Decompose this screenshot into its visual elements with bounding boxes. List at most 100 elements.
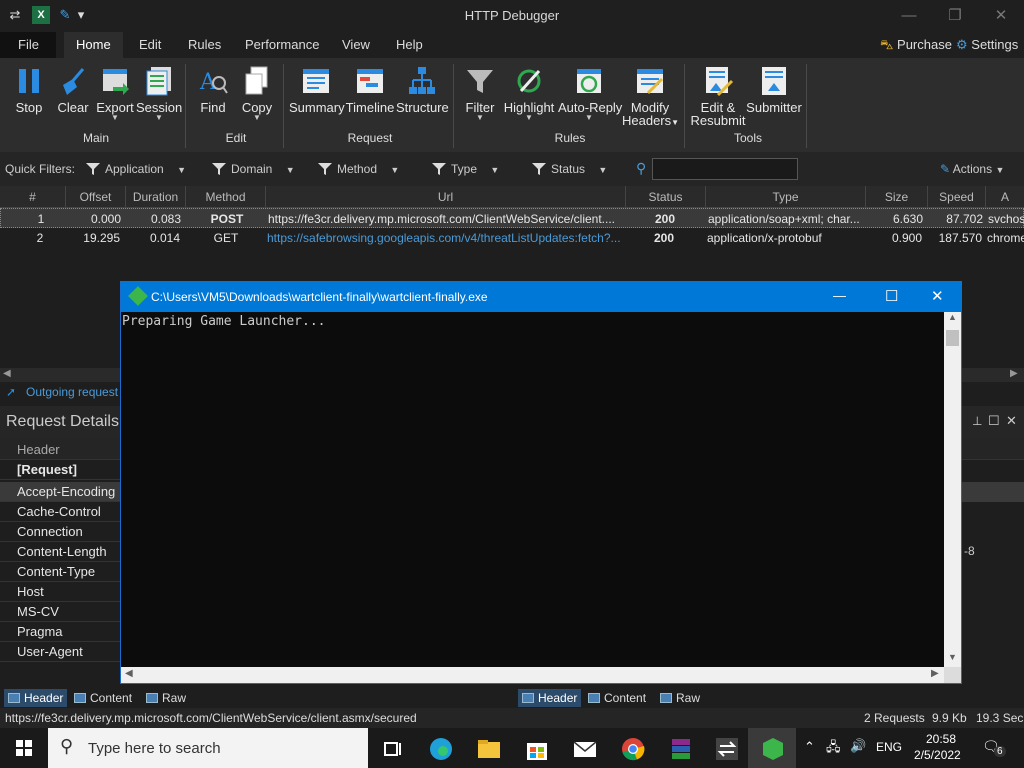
console-window[interactable]: C:\Users\VM5\Downloads\wartclient-finall… xyxy=(120,281,962,684)
console-app-taskbar-icon[interactable] xyxy=(760,736,786,762)
list-item[interactable]: Host xyxy=(0,582,120,602)
tab-content-right[interactable]: Content xyxy=(588,689,646,707)
tab-raw-right[interactable]: Raw xyxy=(660,689,700,707)
filter-status[interactable]: Status ▼ xyxy=(532,162,607,176)
highlight-button[interactable]: Highlight ▼ xyxy=(502,62,556,132)
column-status[interactable]: Status xyxy=(626,186,706,208)
column-application[interactable]: A xyxy=(986,186,1024,208)
tab-home[interactable]: Home xyxy=(64,32,123,58)
row-url[interactable]: https://safebrowsing.googleapis.com/v4/t… xyxy=(267,228,625,248)
column-size[interactable]: Size xyxy=(866,186,928,208)
edge-icon[interactable] xyxy=(428,736,454,762)
language-indicator[interactable]: ENG xyxy=(876,740,902,754)
list-item[interactable]: Pragma xyxy=(0,622,120,642)
filter-application[interactable]: Application ▼ xyxy=(86,162,186,176)
tab-edit[interactable]: Edit xyxy=(127,32,173,58)
maximize-button[interactable]: ☐ xyxy=(885,287,898,305)
column-type[interactable]: Type xyxy=(706,186,866,208)
tab-help[interactable]: Help xyxy=(384,32,435,58)
list-item[interactable]: Accept-Encoding xyxy=(0,482,120,502)
float-icon[interactable]: ☐ xyxy=(988,413,1000,429)
column-duration[interactable]: Duration xyxy=(126,186,186,208)
table-row[interactable]: 1 0.000 0.083 POST https://fe3cr.deliver… xyxy=(0,208,1024,228)
tab-rules[interactable]: Rules xyxy=(176,32,233,58)
network-icon[interactable]: 🖧 xyxy=(826,738,841,760)
tab-raw-left[interactable]: Raw xyxy=(146,689,186,707)
close-icon[interactable]: ✕ xyxy=(1006,413,1017,429)
store-icon[interactable] xyxy=(524,736,550,762)
console-vertical-scrollbar[interactable]: ▲ ▼ xyxy=(944,312,961,667)
export-button[interactable]: Export ▼ xyxy=(94,62,136,132)
submitter-button[interactable]: Submitter xyxy=(746,62,802,132)
summary-button[interactable]: Summary xyxy=(289,62,345,132)
clock-date[interactable]: 2/5/2022 xyxy=(914,748,961,762)
scroll-thumb[interactable] xyxy=(946,330,959,346)
tab-header-left[interactable]: Header xyxy=(4,689,68,707)
volume-icon[interactable]: 🔊 xyxy=(850,738,866,754)
filter-type[interactable]: Type ▼ xyxy=(432,162,499,176)
chevron-up-icon[interactable]: ⌃ xyxy=(804,739,815,755)
winrar-icon[interactable] xyxy=(668,736,694,762)
chrome-icon[interactable] xyxy=(620,736,646,762)
tab-content-left[interactable]: Content xyxy=(74,689,132,707)
minimize-button[interactable]: — xyxy=(886,4,932,28)
menu-file[interactable]: File xyxy=(0,32,56,58)
outgoing-request-label: Outgoing request xyxy=(26,385,119,399)
stop-button[interactable]: Stop xyxy=(8,62,50,132)
modify-headers-button[interactable]: Modify Headers▼ xyxy=(622,62,679,132)
console-title-bar[interactable]: C:\Users\VM5\Downloads\wartclient-finall… xyxy=(121,282,961,312)
clear-button[interactable]: Clear xyxy=(52,62,94,132)
purchase-button[interactable]: ⛍ Purchase xyxy=(880,32,952,58)
column-offset[interactable]: Offset xyxy=(66,186,126,208)
session-button[interactable]: Session ▼ xyxy=(136,62,182,132)
clock-time[interactable]: 20:58 xyxy=(926,732,956,746)
http-debugger-taskbar-icon[interactable] xyxy=(714,736,740,762)
list-item[interactable]: Content-Type xyxy=(0,562,120,582)
list-item[interactable]: Content-Length xyxy=(0,542,120,562)
scroll-left-icon[interactable]: ◀ xyxy=(3,368,11,379)
task-view-icon[interactable] xyxy=(380,736,406,762)
list-item[interactable]: User-Agent xyxy=(0,642,120,662)
column-number[interactable]: # xyxy=(0,186,66,208)
tab-header-right[interactable]: Header xyxy=(518,689,582,707)
list-item[interactable]: [Request] xyxy=(0,460,120,480)
mail-icon[interactable] xyxy=(572,736,598,762)
structure-button[interactable]: Structure xyxy=(396,62,449,132)
list-item[interactable]: Connection xyxy=(0,522,120,542)
scroll-down-icon[interactable]: ▼ xyxy=(948,652,957,662)
auto-reply-button[interactable]: Auto-Reply ▼ xyxy=(558,62,622,132)
file-explorer-icon[interactable] xyxy=(476,736,502,762)
search-input[interactable] xyxy=(652,158,798,180)
maximize-button[interactable]: ❐ xyxy=(932,4,978,28)
filter-method[interactable]: Method ▼ xyxy=(318,162,399,176)
column-url[interactable]: Url xyxy=(266,186,626,208)
outgoing-request-tab[interactable]: ➚ Outgoing request xyxy=(0,382,120,402)
list-item[interactable]: Cache-Control xyxy=(0,502,120,522)
scroll-up-icon[interactable]: ▲ xyxy=(948,312,957,322)
filter-button[interactable]: Filter ▼ xyxy=(460,62,500,132)
scroll-right-icon[interactable]: ▶ xyxy=(1010,368,1018,379)
copy-button[interactable]: Copy ▼ xyxy=(236,62,278,132)
console-horizontal-scrollbar[interactable]: ◀ ▶ xyxy=(121,667,944,683)
settings-button[interactable]: ⚙ Settings xyxy=(956,32,1018,58)
notification-count-badge: 6 xyxy=(994,746,1006,757)
find-button[interactable]: A Find xyxy=(192,62,234,132)
pin-icon[interactable]: ⊥ xyxy=(972,414,982,428)
close-button[interactable]: ✕ xyxy=(931,287,944,305)
windows-start-icon[interactable] xyxy=(16,740,32,756)
scroll-right-icon[interactable]: ▶ xyxy=(931,668,939,679)
column-method[interactable]: Method xyxy=(186,186,266,208)
taskbar-search-box[interactable]: ⚲ Type here to search xyxy=(48,728,368,768)
filter-domain[interactable]: Domain ▼ xyxy=(212,162,295,176)
table-row[interactable]: 2 19.295 0.014 GET https://safebrowsing.… xyxy=(0,228,1024,248)
actions-button[interactable]: ✎ Actions ▼ xyxy=(940,162,1004,176)
tab-view[interactable]: View xyxy=(330,32,382,58)
minimize-button[interactable]: — xyxy=(833,288,846,303)
list-item[interactable]: MS-CV xyxy=(0,602,120,622)
column-speed[interactable]: Speed xyxy=(928,186,986,208)
tab-performance[interactable]: Performance xyxy=(233,32,331,58)
close-button[interactable]: ✕ xyxy=(978,4,1024,28)
edit-resubmit-button[interactable]: Edit & Resubmit xyxy=(690,62,746,132)
scroll-left-icon[interactable]: ◀ xyxy=(125,668,133,679)
timeline-button[interactable]: Timeline xyxy=(345,62,395,132)
